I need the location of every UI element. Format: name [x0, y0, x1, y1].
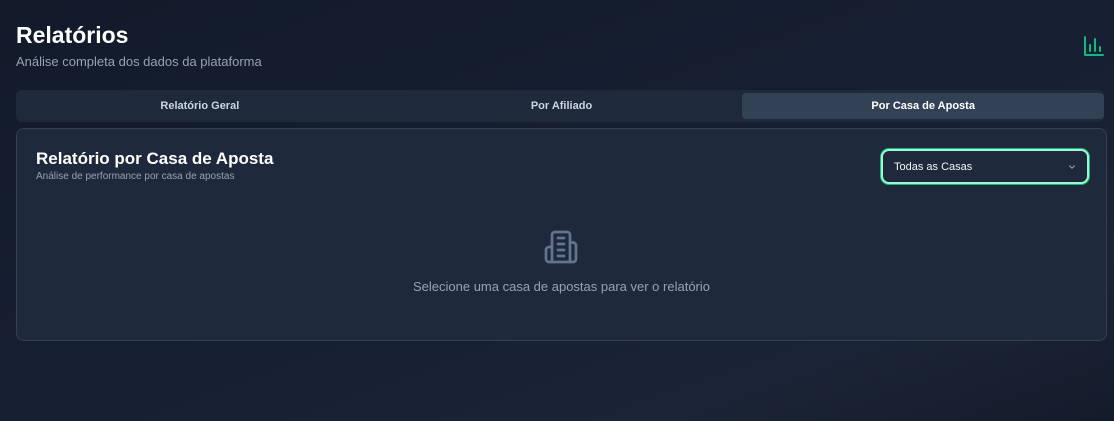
- chevron-down-icon: [1068, 164, 1076, 169]
- card-subtitle: Análise de performance por casa de apost…: [36, 171, 235, 182]
- betting-house-select[interactable]: Todas as Casas: [881, 149, 1089, 184]
- page-subtitle: Análise completa dos dados da plataforma: [16, 54, 262, 69]
- empty-state-message: Selecione uma casa de apostas para ver o…: [412, 279, 710, 294]
- tab-relatorio-geral[interactable]: Relatório Geral: [19, 93, 381, 119]
- tab-por-afiliado[interactable]: Por Afiliado: [381, 93, 743, 119]
- report-card: Relatório por Casa de Aposta Análise de …: [16, 128, 1107, 341]
- page-title: Relatórios: [16, 22, 129, 48]
- card-title: Relatório por Casa de Aposta: [36, 149, 274, 168]
- tab-por-casa-de-aposta[interactable]: Por Casa de Aposta: [742, 93, 1105, 119]
- select-value: Todas as Casas: [894, 160, 973, 173]
- bar-chart-icon: [1084, 36, 1104, 56]
- building-icon: [544, 230, 578, 264]
- report-tabs: Relatório Geral Por Afiliado Por Casa de…: [16, 90, 1105, 122]
